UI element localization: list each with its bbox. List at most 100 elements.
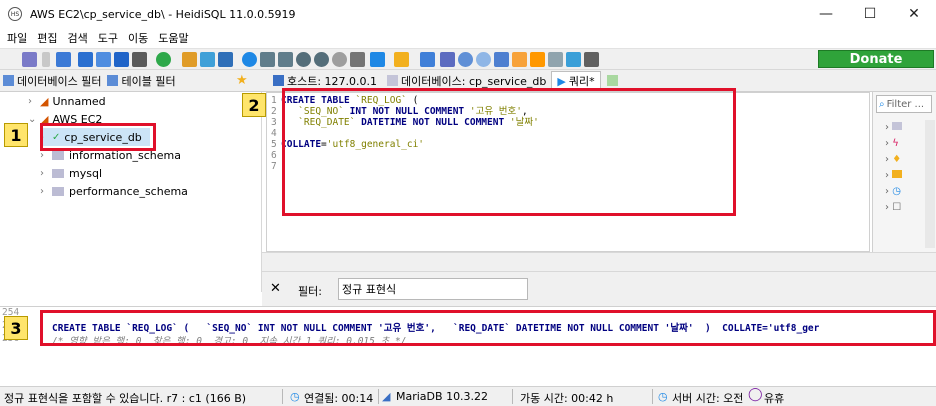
status-uptime: 가동 시간: 00:42 h xyxy=(520,392,614,405)
highlight-icon[interactable] xyxy=(512,52,527,67)
database-tree: › ◢ Unnamed ⌄ ◢ AWS EC2 › ✓ cp_service_d… xyxy=(0,92,262,292)
post-icon[interactable] xyxy=(332,52,347,67)
title-bar: HS AWS EC2\cp_service_db\ - HeidiSQL 11.… xyxy=(0,0,936,28)
tab-query-label: 쿼리* xyxy=(568,75,595,88)
helper-item-history[interactable]: › ◷ xyxy=(885,184,925,200)
donate-button[interactable]: Donate xyxy=(818,50,934,68)
tree-node-label: performance_schema xyxy=(69,184,188,198)
chevron-right-icon[interactable]: › xyxy=(28,96,40,107)
session-icon: ◢ xyxy=(40,94,49,108)
query-snippet-icon[interactable] xyxy=(440,52,455,67)
menu-search[interactable]: 검색 xyxy=(68,30,88,46)
menu-file[interactable]: 파일 xyxy=(7,30,27,46)
user-manager-icon[interactable] xyxy=(182,52,197,67)
highlight-box-cp-service-db xyxy=(40,123,156,151)
line-number: 2 xyxy=(271,106,277,117)
star-icon[interactable]: ★ xyxy=(236,73,248,88)
menu-tools[interactable]: 도구 xyxy=(98,30,118,46)
format-sql-icon[interactable] xyxy=(494,52,509,67)
window-title: AWS EC2\cp_service_db\ - HeidiSQL 11.0.0… xyxy=(30,7,296,21)
line-number: 3 xyxy=(271,117,277,128)
paste-icon[interactable] xyxy=(96,52,111,67)
status-connected: 연결됨: 00:14 xyxy=(304,392,374,405)
first-record-icon[interactable] xyxy=(260,52,275,67)
annotation-badge-3: 3 xyxy=(4,316,28,340)
load-sql-icon[interactable] xyxy=(394,52,409,67)
clock-icon: ◷ xyxy=(290,390,300,403)
helper-filter-placeholder: Filter ... xyxy=(886,98,925,110)
helper-scrollbar[interactable] xyxy=(925,120,935,248)
binary-icon[interactable] xyxy=(530,52,545,67)
execute-query-icon[interactable] xyxy=(370,52,385,67)
line-number: 7 xyxy=(271,161,277,172)
line-number: 1 xyxy=(271,95,277,106)
disconnect-icon[interactable] xyxy=(56,52,71,67)
helper-filter-input[interactable]: ⌕ Filter ... xyxy=(876,95,932,113)
helper-item-keywords[interactable]: › ♦ xyxy=(885,152,925,168)
tree-node-mysql[interactable]: › mysql xyxy=(40,164,102,182)
line-number: 5 xyxy=(271,139,277,150)
session-manager-icon[interactable] xyxy=(22,52,37,67)
wrap-icon[interactable] xyxy=(548,52,563,67)
save-sql-icon[interactable] xyxy=(420,52,435,67)
tree-filter-tabs: 데이터베이스 필터 테이블 필터 ★ xyxy=(0,70,258,92)
cancel-icon[interactable] xyxy=(350,52,365,67)
helper-item-functions[interactable]: › ϟ xyxy=(885,136,925,152)
server-icon xyxy=(273,75,284,86)
copy-icon[interactable] xyxy=(78,52,93,67)
export-grid-icon[interactable] xyxy=(218,52,233,67)
filter-icon xyxy=(3,75,14,86)
tab-host-label: 호스트: 127.0.0.1 xyxy=(287,74,378,88)
table-filter-tab[interactable]: 테이블 필터 xyxy=(104,73,178,89)
menu-bar: 파일 편집 검색 도구 이동 도움말 xyxy=(0,28,936,48)
menu-go[interactable]: 이동 xyxy=(128,30,148,46)
new-query-tab-icon[interactable] xyxy=(606,75,618,86)
chevron-right-icon[interactable]: › xyxy=(40,168,52,179)
clear-icon[interactable] xyxy=(584,52,599,67)
dropdown-arrow-icon[interactable] xyxy=(42,52,50,67)
database-filter-tab[interactable]: 데이터베이스 필터 xyxy=(0,73,104,89)
filter-input[interactable]: 정규 표현식 xyxy=(338,278,528,300)
annotation-badge-1: 1 xyxy=(4,123,28,147)
checkbox-icon: ☐ xyxy=(892,202,902,213)
chevron-right-icon[interactable]: › xyxy=(40,150,52,161)
result-area xyxy=(262,252,936,272)
filter-icon xyxy=(107,75,119,86)
search-icon: ⌕ xyxy=(879,98,885,110)
helper-item-profile[interactable]: › ☐ xyxy=(885,200,925,216)
print-icon[interactable] xyxy=(132,52,147,67)
delete-record-icon[interactable] xyxy=(314,52,329,67)
find-icon[interactable] xyxy=(458,52,473,67)
helper-item-snippets[interactable]: › xyxy=(885,168,925,184)
refresh-icon[interactable] xyxy=(156,52,171,67)
clock-icon: ◷ xyxy=(658,390,668,403)
maximize-button[interactable]: ☐ xyxy=(848,0,892,28)
chevron-down-icon[interactable]: ⌄ xyxy=(28,114,40,125)
helper-item-columns[interactable]: › xyxy=(885,120,925,136)
close-filter-icon[interactable]: ✕ xyxy=(270,281,281,296)
mariadb-icon: ◢ xyxy=(382,390,391,403)
close-button[interactable]: ✕ xyxy=(892,0,936,28)
tree-node-unnamed[interactable]: › ◢ Unnamed xyxy=(28,92,106,110)
heidisql-app-icon: HS xyxy=(8,7,22,21)
tree-node-performance-schema[interactable]: › performance_schema xyxy=(40,182,188,200)
semicolon-icon[interactable] xyxy=(566,52,581,67)
database-icon xyxy=(52,168,64,178)
database-icon xyxy=(387,75,399,86)
menu-edit[interactable]: 편집 xyxy=(37,30,57,46)
status-message: 정규 표현식을 포함할 수 있습니다. r7 : c1 (166 B) xyxy=(4,392,247,405)
key-icon: ♦ xyxy=(892,154,902,165)
folder-icon xyxy=(892,170,903,178)
find-replace-icon[interactable] xyxy=(476,52,491,67)
chevron-right-icon[interactable]: › xyxy=(40,186,52,197)
last-record-icon[interactable] xyxy=(278,52,293,67)
maintenance-icon[interactable] xyxy=(200,52,215,67)
help-icon[interactable] xyxy=(242,52,257,67)
insert-record-icon[interactable] xyxy=(296,52,311,67)
menu-help[interactable]: 도움말 xyxy=(158,30,188,46)
filter-label: 필터: xyxy=(298,285,322,298)
minimize-button[interactable]: — xyxy=(804,0,848,28)
undo-icon[interactable] xyxy=(114,52,129,67)
status-divider xyxy=(378,389,379,404)
status-divider xyxy=(512,389,513,404)
